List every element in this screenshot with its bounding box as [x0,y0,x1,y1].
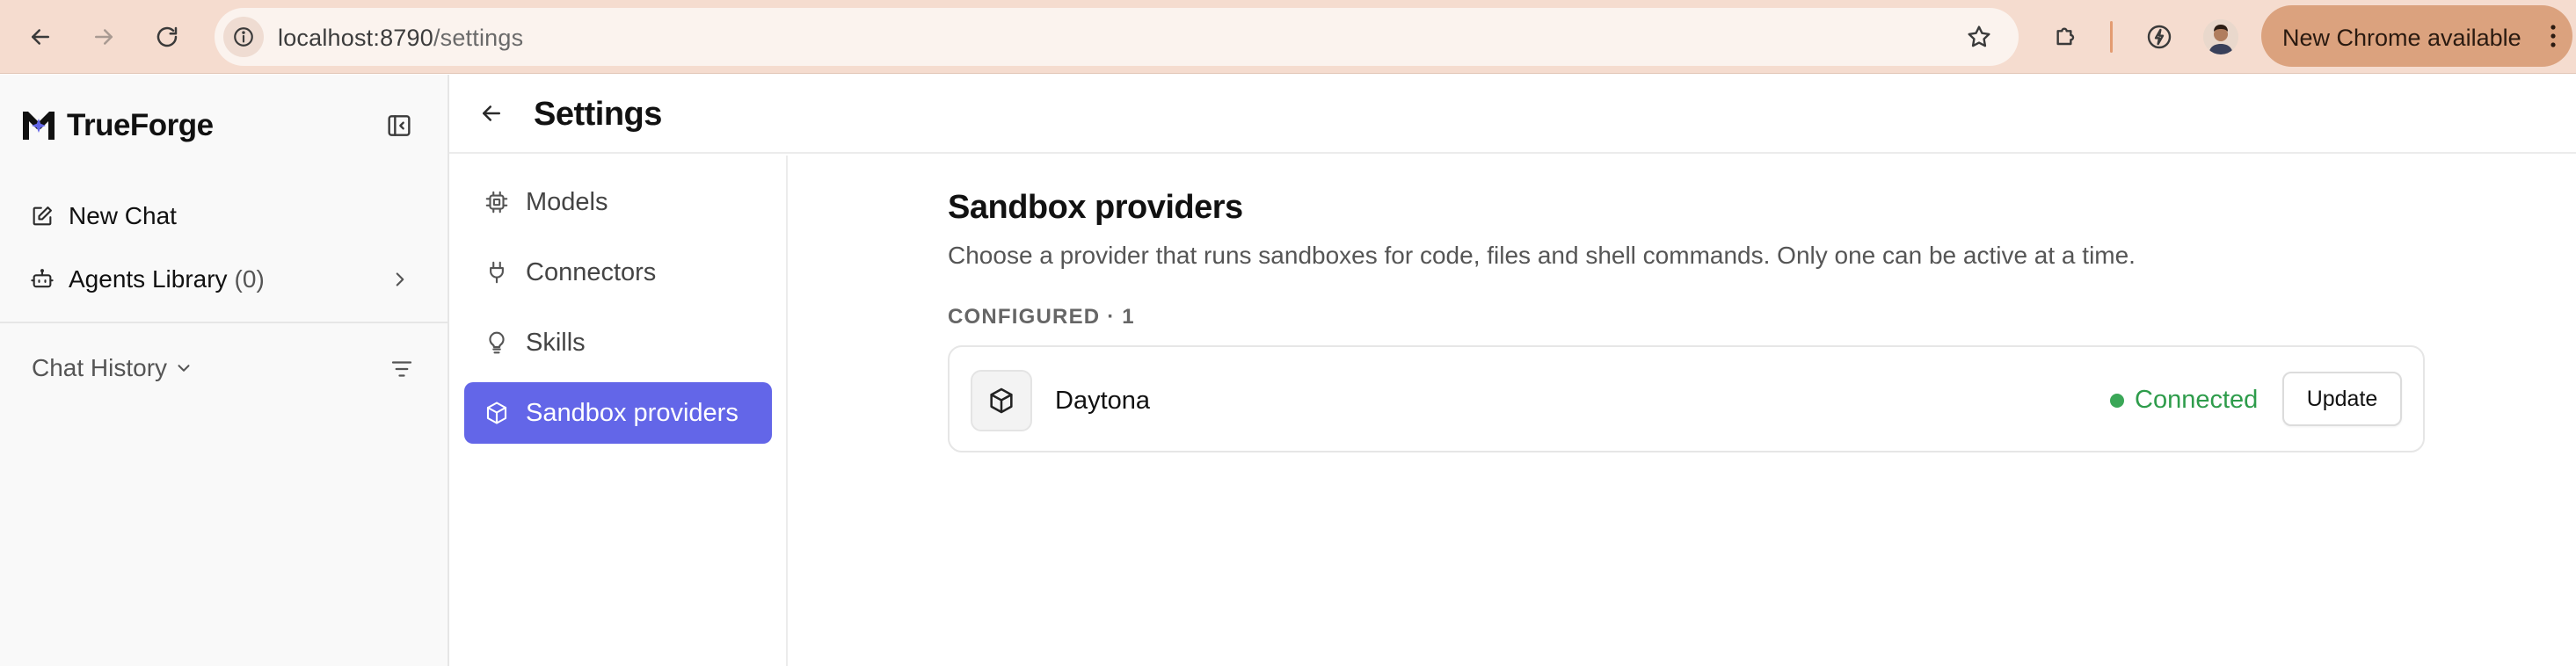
agents-library-button[interactable]: Agents Library (0) [19,253,424,306]
toolbar-separator [2110,21,2113,53]
profile-avatar[interactable] [2203,19,2238,54]
agents-library-label: Agents Library [69,265,228,293]
app-sidebar: TrueForge New Chat Agents Library (0) Ch… [0,75,449,666]
forward-nav-button[interactable] [81,14,127,60]
settings-header: Settings [449,75,2576,154]
extensions-button[interactable] [2045,16,2087,58]
status-dot [2110,393,2124,408]
section-description: Choose a provider that runs sandboxes fo… [948,242,2136,269]
settings-nav-label: Connectors [526,257,657,286]
trueforge-logo-icon [23,112,55,140]
status-text: Connected [2135,386,2259,414]
chevron-right-icon [396,272,404,286]
settings-nav-models[interactable]: Models [464,171,772,233]
edit-icon [33,206,52,226]
info-icon [234,27,253,47]
page-title: Settings [534,96,662,133]
provider-icon-tile [971,370,1032,431]
arrow-left-icon [483,105,500,121]
reload-button[interactable] [144,14,190,60]
bot-icon [31,269,54,288]
collapse-sidebar-button[interactable] [382,108,417,143]
sidebar-collapse-icon [388,115,411,136]
arrow-left-icon [32,29,49,45]
status-badge: Connected [2110,386,2258,415]
provider-card: Daytona Connected Update [948,345,2425,452]
settings-nav: Models Connectors Skills Sandbox provide… [449,156,788,666]
history-filter-button[interactable] [387,354,417,384]
settings-nav-label: Skills [526,328,586,357]
sidebar-divider [0,322,448,323]
filter-icon [391,361,412,377]
url-path: /settings [433,25,524,51]
chat-history-label: Chat History [32,354,168,381]
cpu-icon [485,191,508,214]
update-provider-button[interactable]: Update [2282,372,2402,426]
puzzle-icon [2056,27,2075,46]
chrome-update-button[interactable]: New Chrome available [2261,5,2572,67]
performance-button[interactable] [2138,16,2180,58]
box-icon [990,387,1013,414]
url-host: localhost:8790 [278,25,433,51]
agents-count: (0) [234,265,265,293]
settings-content: Sandbox providers Choose a provider that… [788,156,2576,666]
chat-history-toggle[interactable]: Chat History [32,354,193,382]
plug-icon [490,261,504,284]
lightning-icon [2147,25,2172,49]
address-bar[interactable]: localhost:8790/settings [215,8,2019,66]
back-nav-button[interactable] [18,14,63,60]
settings-nav-label: Models [526,187,608,216]
brand[interactable]: TrueForge [19,105,214,147]
provider-name: Daytona [1055,387,1151,415]
site-info-button[interactable] [223,17,264,57]
settings-nav-label: Sandbox providers [526,398,739,427]
box-icon [486,402,507,424]
more-vertical-icon [2551,25,2556,47]
new-chat-button[interactable]: New Chat [19,190,424,243]
bookmark-button[interactable] [1962,20,1996,54]
chevron-down-icon [178,365,190,372]
settings-nav-sandbox-providers[interactable]: Sandbox providers [464,382,772,444]
brand-name: TrueForge [67,108,214,142]
star-icon [1968,25,1990,47]
lightbulb-icon [489,331,505,354]
avatar-icon [2203,19,2238,54]
section-title: Sandbox providers [948,189,1243,226]
chrome-update-label: New Chrome available [2282,25,2521,51]
settings-nav-skills[interactable]: Skills [464,312,772,373]
configured-count-label: CONFIGURED · 1 [948,305,1135,329]
reload-icon [156,26,178,47]
settings-nav-connectors[interactable]: Connectors [464,242,772,303]
arrow-right-icon [95,29,113,45]
url-text[interactable]: localhost:8790/settings [278,25,523,52]
new-chat-label: New Chat [69,202,177,229]
browser-toolbar: localhost:8790/settings New Chrome avail… [0,0,2576,74]
back-button[interactable] [472,94,511,133]
